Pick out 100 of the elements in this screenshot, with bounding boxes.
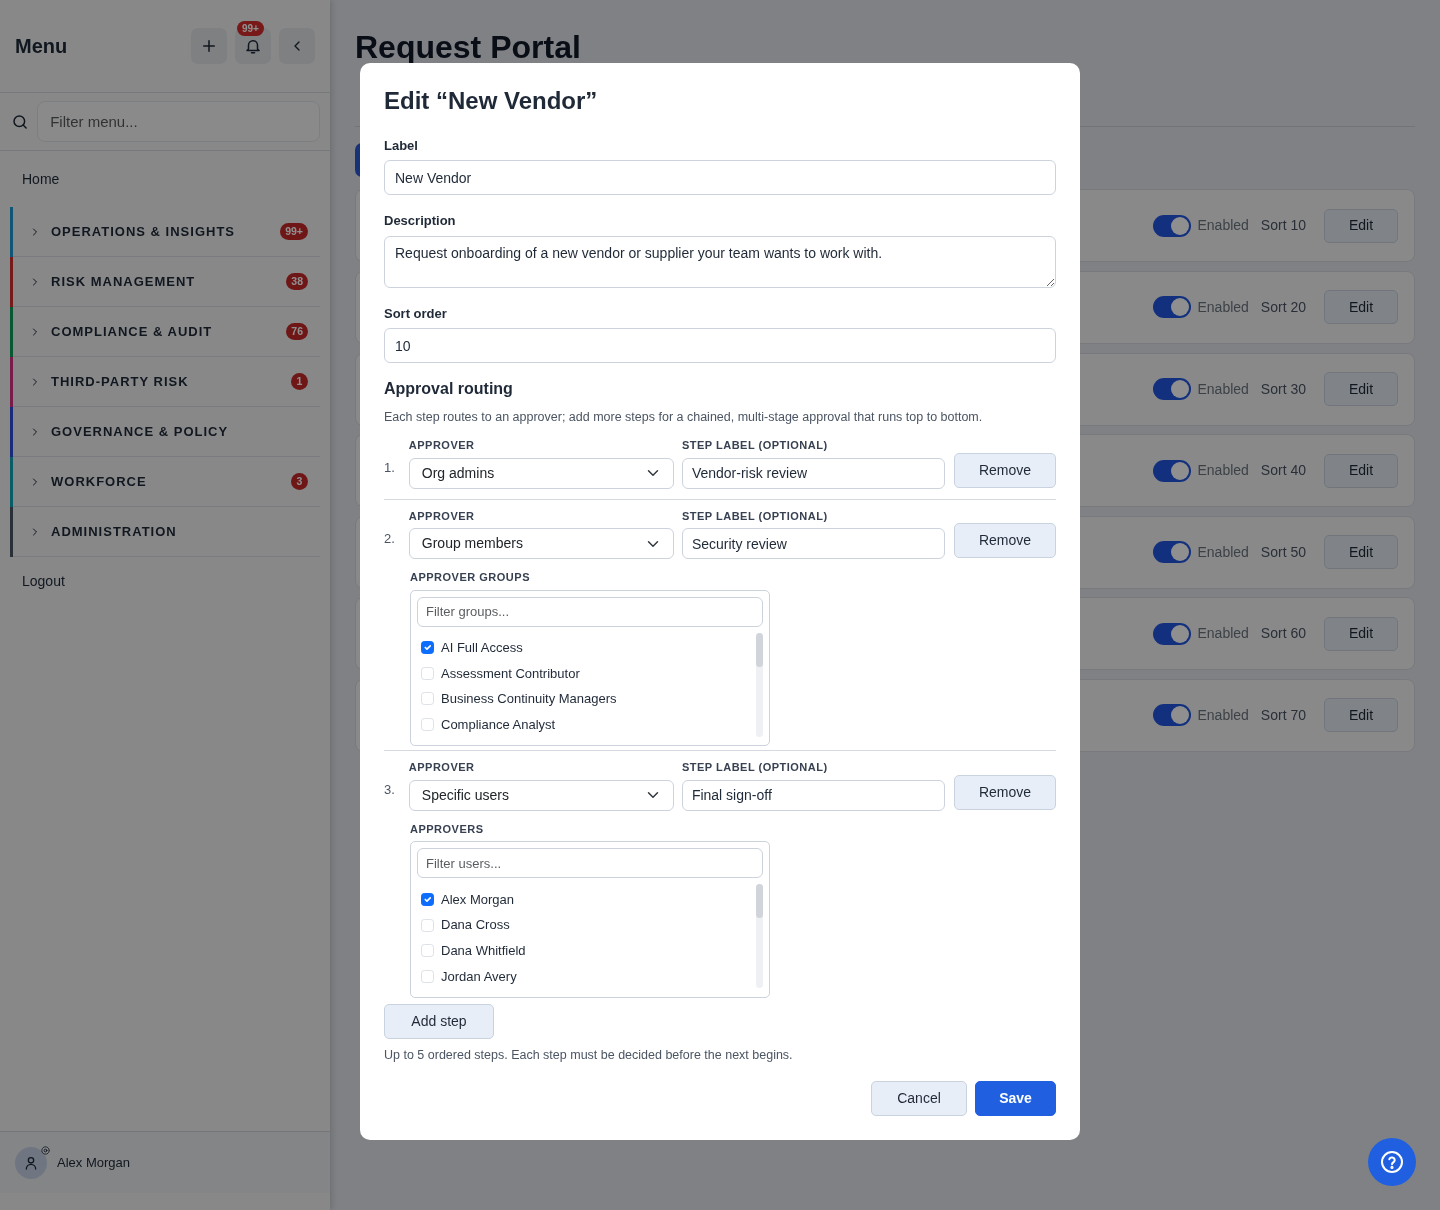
section-title: Approval routing	[384, 379, 514, 399]
checkbox[interactable]	[421, 892, 434, 906]
edit-button[interactable]: Edit	[1324, 372, 1398, 407]
save-button[interactable]: Save	[975, 1081, 1056, 1116]
edit-button[interactable]: Edit	[1324, 453, 1398, 488]
filter-field[interactable]: Filter groups...	[417, 596, 763, 627]
edit-button[interactable]: Edit	[1324, 616, 1398, 651]
field-label: STEP LABEL (OPTIONAL)	[681, 760, 829, 776]
remove-button[interactable]: Remove	[953, 775, 1056, 810]
count-badge: 3	[291, 472, 308, 491]
logout-link[interactable]: Logout	[0, 557, 330, 605]
status-label: Enabled	[1197, 379, 1249, 399]
edit-button[interactable]: Edit	[1324, 698, 1398, 733]
step-label-field[interactable]: Vendor-risk review	[681, 457, 945, 489]
plus-icon	[200, 37, 218, 55]
dialog-title: Edit “New Vendor”	[384, 87, 599, 116]
label-field[interactable]: New Vendor	[384, 160, 1056, 196]
field-label: Description	[384, 212, 457, 231]
checkbox[interactable]	[421, 641, 434, 655]
sort-label: Sort 60	[1260, 624, 1306, 644]
step-number: 2.	[384, 529, 396, 548]
option-label: Business Continuity Managers	[441, 690, 617, 709]
field-label: Sort order	[384, 304, 448, 323]
field-label: APPROVER GROUPS	[410, 570, 531, 586]
gear-icon	[40, 1144, 51, 1156]
status-label: Enabled	[1197, 298, 1249, 317]
status-label: Enabled	[1197, 461, 1249, 481]
option-label: AI Full Access	[441, 638, 523, 657]
enabled-toggle[interactable]	[1153, 214, 1192, 237]
hint-text: Up to 5 ordered steps. Each step must be decided before the next begins.	[384, 1047, 794, 1065]
enabled-toggle[interactable]	[1153, 704, 1192, 727]
menu-filter-field[interactable]: Filter menu...	[37, 101, 320, 142]
person-icon	[23, 1154, 39, 1171]
cancel-button[interactable]: Cancel	[871, 1081, 967, 1116]
option-label: Assessment Contributor	[441, 664, 580, 683]
approver-select[interactable]: Org admins	[408, 457, 674, 489]
enabled-toggle[interactable]	[1153, 459, 1192, 482]
status-label: Enabled	[1197, 542, 1249, 562]
sidebar-section[interactable]: WORKFORCE 3	[10, 457, 320, 507]
step-number: 1.	[384, 459, 396, 478]
home-link[interactable]: Home	[0, 151, 330, 207]
enabled-toggle[interactable]	[1153, 541, 1192, 564]
bell-icon	[244, 37, 262, 55]
sort-label: Sort 20	[1260, 298, 1306, 317]
enabled-toggle[interactable]	[1153, 378, 1192, 401]
sort-order-field[interactable]: 10	[384, 328, 1056, 364]
step-number: 3.	[384, 781, 396, 800]
step-label-field[interactable]: Final sign-off	[681, 780, 945, 811]
option-label: Jordan Avery	[441, 967, 517, 986]
edit-button[interactable]: Edit	[1324, 290, 1398, 325]
remove-button[interactable]: Remove	[953, 452, 1056, 488]
field-label: APPROVER	[408, 508, 476, 524]
add-step-button[interactable]: Add step	[384, 1004, 494, 1040]
sidebar-section[interactable]: RISK MANAGEMENT 38	[10, 257, 320, 307]
help-button[interactable]	[1368, 1138, 1416, 1186]
add-button[interactable]	[191, 28, 227, 64]
step-label-field[interactable]: Security review	[681, 528, 945, 560]
option-label: Dana Cross	[441, 916, 510, 935]
avatar[interactable]	[15, 1146, 47, 1179]
sidebar-section[interactable]: COMPLIANCE & AUDIT 76	[10, 307, 320, 357]
count-badge: 1	[291, 372, 308, 391]
sort-label: Sort 40	[1260, 461, 1306, 481]
sidebar-section[interactable]: THIRD-PARTY RISK 1	[10, 357, 320, 407]
enabled-toggle[interactable]	[1153, 296, 1192, 319]
approver-select[interactable]: Specific users	[408, 780, 674, 811]
count-badge: 38	[286, 272, 308, 291]
option-label: Compliance Analyst	[441, 715, 556, 734]
enabled-toggle[interactable]	[1153, 622, 1192, 645]
edit-button[interactable]: Edit	[1324, 208, 1398, 243]
description-field[interactable]: Request onboarding of a new vendor or supplier your team wants to work with.	[384, 235, 1056, 288]
sidebar-section[interactable]: GOVERNANCE & POLICY	[10, 407, 320, 457]
sidebar-section[interactable]: OPERATIONS & INSIGHTS 99+	[10, 207, 320, 257]
approver-select[interactable]: Group members	[408, 528, 674, 560]
field-label: APPROVER	[408, 760, 476, 776]
field-label: Label	[384, 136, 419, 155]
collapse-button[interactable]	[279, 28, 315, 64]
sidebar-section[interactable]: ADMINISTRATION	[10, 507, 320, 557]
count-badge: 99+	[280, 222, 308, 241]
scrollbar[interactable]	[756, 884, 763, 989]
option-label: Dana Whitfield	[441, 941, 526, 960]
scrollbar[interactable]	[756, 632, 763, 737]
status-label: Enabled	[1197, 216, 1249, 236]
count-badge: 76	[286, 322, 308, 341]
help-icon	[1380, 1150, 1404, 1174]
sort-label: Sort 30	[1260, 379, 1306, 399]
notification-badge: 99+	[237, 21, 264, 36]
page-title: Request Portal	[355, 28, 582, 67]
remove-button[interactable]: Remove	[953, 523, 1056, 559]
status-label: Enabled	[1197, 705, 1249, 725]
status-label: Enabled	[1197, 624, 1249, 644]
help-text: Each step routes to an approver; add more steps for a chained, multi-stage approval that runs top to bottom.	[384, 409, 984, 427]
field-label: STEP LABEL (OPTIONAL)	[681, 438, 829, 454]
sort-label: Sort 10	[1260, 216, 1306, 236]
sort-label: Sort 50	[1260, 542, 1306, 562]
filter-field[interactable]: Filter users...	[417, 848, 763, 879]
edit-button[interactable]: Edit	[1324, 535, 1398, 570]
menu-title: Menu	[15, 34, 68, 58]
sort-label: Sort 70	[1260, 705, 1306, 725]
field-label: APPROVERS	[410, 822, 485, 837]
option-label: Alex Morgan	[441, 890, 514, 909]
